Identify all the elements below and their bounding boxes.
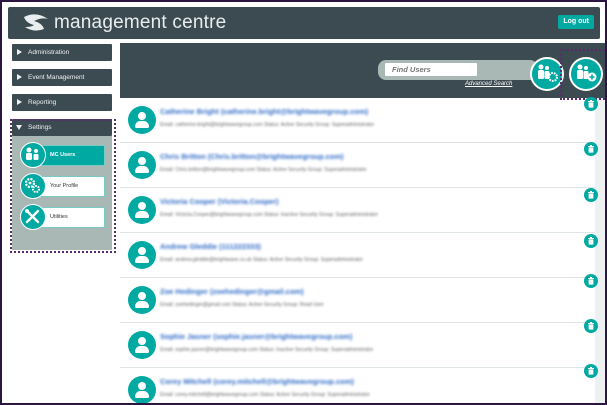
list-item[interactable]: Sophie Jasner (sophie.jasner@brightwaveg…: [120, 323, 595, 368]
user-group-settings-icon[interactable]: [530, 57, 564, 91]
user-detail-text: Email: Chris.britton@brightwavegroup.com…: [160, 167, 367, 173]
user-name-link[interactable]: Catherine Bright (catherine.bright@brigh…: [160, 107, 368, 116]
user-name-link[interactable]: Andrew Gleddie (111222333): [160, 242, 261, 251]
trash-icon: [588, 100, 594, 108]
sidebar-item-label: Reporting: [28, 99, 57, 106]
user-avatar-icon: [128, 106, 156, 134]
delete-user-button[interactable]: [584, 319, 598, 333]
advanced-search-link[interactable]: Advanced Search: [465, 81, 512, 87]
user-avatar-icon: [128, 376, 156, 403]
trash-icon: [588, 277, 594, 285]
delete-user-button[interactable]: [584, 274, 598, 288]
header-bar: management centre Log out: [8, 7, 600, 39]
list-item[interactable]: Victoria Cooper (Victoria.Cooper) Email:…: [120, 188, 595, 233]
add-user-highlight: [560, 49, 605, 100]
user-avatar-icon: [128, 151, 156, 179]
trash-icon: [588, 322, 594, 330]
user-avatar-icon: [128, 241, 156, 269]
chevron-right-icon: [17, 74, 22, 80]
user-name-link[interactable]: Zoe Hedinger (zoehedinger@gmail.com): [160, 287, 304, 296]
sidebar-item-administration[interactable]: Administration: [12, 44, 112, 61]
list-item[interactable]: Corey Mitchell (corey.mitchell@brightwav…: [120, 368, 595, 403]
sidebar-item-label: Administration: [28, 49, 70, 56]
chevron-right-icon: [17, 99, 22, 105]
list-item[interactable]: Catherine Bright (catherine.bright@brigh…: [120, 98, 595, 143]
user-name-link[interactable]: Corey Mitchell (corey.mitchell@brightwav…: [160, 377, 354, 386]
sidebar-item-reporting[interactable]: Reporting: [12, 94, 112, 111]
user-detail-text: Email: corey.mitchell@brightwavegroup.co…: [160, 392, 370, 398]
user-avatar-icon: [128, 286, 156, 314]
sidebar-item-label: Event Management: [28, 74, 85, 81]
delete-user-button[interactable]: [584, 142, 598, 156]
app-window: management centre Log out Administration…: [2, 2, 605, 403]
brand-logo-icon: [24, 14, 48, 31]
list-item[interactable]: Chris Britton (Chris.britton@brightwaveg…: [120, 143, 595, 188]
delete-user-button[interactable]: [584, 188, 598, 202]
sidebar-item-event-management[interactable]: Event Management: [12, 69, 112, 86]
delete-user-button[interactable]: [584, 364, 598, 378]
trash-icon: [588, 237, 594, 245]
brand-title: management centre: [54, 12, 227, 33]
user-list: Catherine Bright (catherine.bright@brigh…: [120, 98, 595, 403]
user-name-link[interactable]: Chris Britton (Chris.britton@brightwaveg…: [160, 152, 344, 161]
user-detail-text: Email: andrew.gleddie@brightwave.co.uk S…: [160, 257, 363, 263]
chevron-right-icon: [17, 49, 22, 55]
trash-icon: [588, 145, 594, 153]
trash-icon: [588, 367, 594, 375]
list-item[interactable]: Andrew Gleddie (111222333) Email: andrew…: [120, 233, 595, 278]
user-avatar-icon: [128, 196, 156, 224]
delete-user-button[interactable]: [584, 97, 598, 111]
user-detail-text: Email: zoehedinger@gmail.com Status: Act…: [160, 302, 324, 308]
settings-highlight: [10, 119, 116, 253]
user-name-link[interactable]: Victoria Cooper (Victoria.Cooper): [160, 197, 279, 206]
main-panel: Advanced Search Catherine Bright (cather…: [120, 43, 605, 403]
trash-icon: [588, 191, 594, 199]
logout-button[interactable]: Log out: [558, 15, 594, 29]
search-container: [378, 60, 538, 80]
user-detail-text: Email: Victoria.Cooper@brightwavegroup.c…: [160, 212, 378, 218]
user-detail-text: Email: catherine.bright@brightwavegroup.…: [160, 122, 375, 128]
delete-user-button[interactable]: [584, 234, 598, 248]
user-avatar-icon: [128, 331, 156, 359]
list-item[interactable]: Zoe Hedinger (zoehedinger@gmail.com) Ema…: [120, 278, 595, 323]
user-detail-text: Email: sophie.jasner@brightwavegroup.com…: [160, 347, 374, 353]
find-users-input[interactable]: [385, 63, 477, 76]
user-name-link[interactable]: Sophie Jasner (sophie.jasner@brightwaveg…: [160, 332, 352, 341]
